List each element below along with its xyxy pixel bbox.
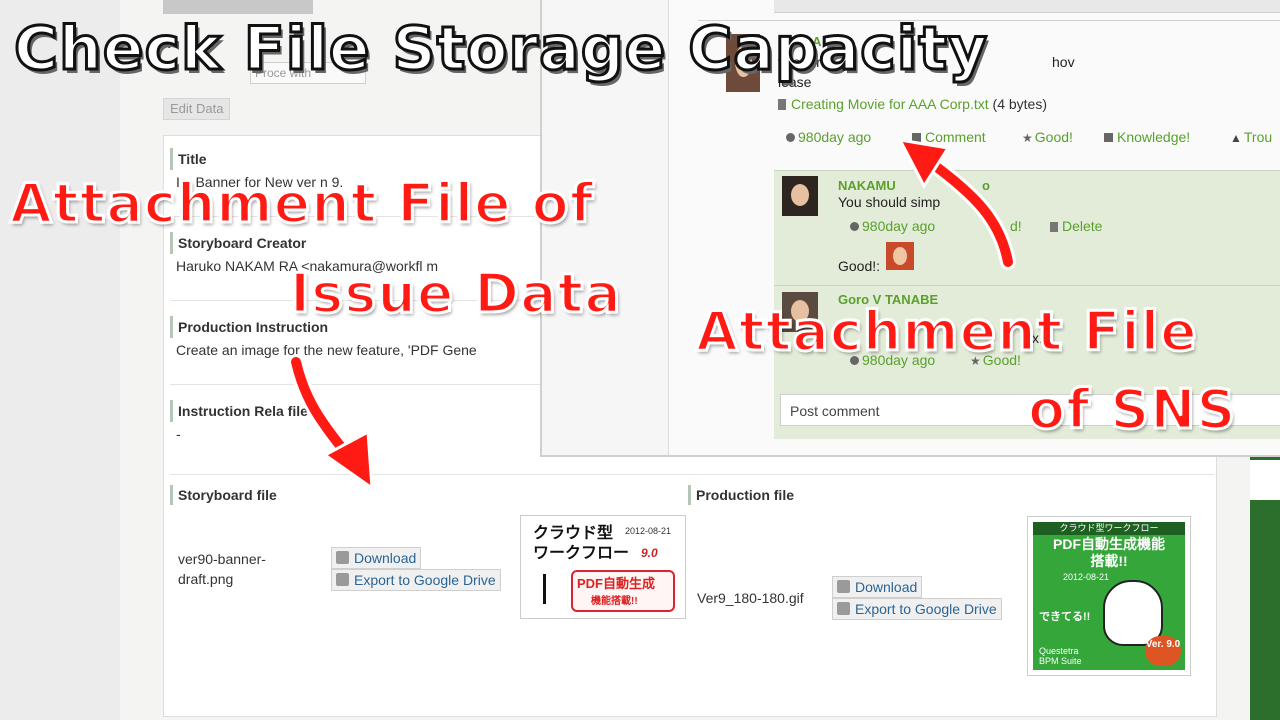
comment-link[interactable]: Comment	[912, 129, 986, 145]
good-link[interactable]: ★ Good!	[1022, 129, 1073, 145]
thumb-brand-line1: Questetra	[1039, 646, 1079, 656]
production-filename: Ver9_180-180.gif	[697, 590, 804, 606]
knowledge-label[interactable]: Knowledge!	[1117, 129, 1190, 145]
post-time[interactable]: 980day ago	[798, 129, 871, 145]
file-icon	[778, 99, 786, 110]
reply1-good-by: Good!:	[838, 258, 881, 274]
divider	[170, 474, 1214, 475]
reply1-time-link[interactable]: 980day ago	[850, 218, 935, 234]
storyboard-filename: ver90-banner-draft.png	[178, 551, 266, 587]
right-edge-strip	[1250, 440, 1280, 720]
thumb-pdf-text: PDF自動生成	[577, 576, 656, 591]
sns-caption-line2: of SNS	[1026, 377, 1237, 443]
download-label: Download	[855, 579, 918, 595]
field-label: Title	[170, 148, 550, 170]
download-icon	[336, 551, 349, 564]
thumb-text-line2: ワークフロー	[533, 545, 630, 562]
export-label: Export to Google Drive	[354, 572, 496, 588]
post-text-fragment: hov	[1052, 54, 1075, 70]
field-instruction-related-file: Instruction Rela file -	[170, 400, 550, 442]
divider	[170, 384, 540, 385]
reply1-avatar[interactable]	[782, 176, 818, 216]
production-export-drive-button[interactable]: Export to Google Drive	[832, 598, 1002, 620]
field-value: Create an image for the new feature, 'PD…	[176, 342, 477, 358]
reply1-delete-link[interactable]: Delete	[1050, 218, 1102, 234]
field-label: Instruction Rela file	[170, 400, 550, 422]
overlay-title: Check File Storage Capacity	[12, 13, 989, 86]
thumb-text-line1: クラウド型	[533, 525, 614, 542]
google-drive-icon	[837, 602, 850, 615]
reply1-text: You should simp	[838, 194, 941, 210]
thumb-date: 2012-08-21	[1063, 572, 1110, 582]
reply1-author-suffix[interactable]: o	[982, 178, 990, 193]
thumb-date: 2012-08-21	[625, 526, 672, 536]
post-attachment[interactable]: Creating Movie for AAA Corp.txt (4 bytes…	[778, 96, 1047, 112]
production-file-label: Production file	[688, 485, 794, 505]
storyboard-file-label: Storyboard file	[170, 485, 277, 505]
sns-top-bar	[774, 0, 1280, 13]
clock-icon	[850, 222, 859, 231]
thumb-title-line2: 搭載!!	[1090, 553, 1128, 569]
knowledge-icon	[1104, 133, 1113, 142]
comment-label[interactable]: Comment	[925, 129, 986, 145]
good-user-avatar[interactable]	[886, 242, 914, 270]
reply1-good-link[interactable]: d!	[1010, 218, 1022, 234]
thumb-header: クラウド型ワークフロー	[1033, 522, 1185, 535]
storyboard-download-button[interactable]: Download	[331, 547, 422, 569]
star-icon: ★	[1022, 131, 1033, 145]
reply1-author[interactable]: NAKAMU	[838, 178, 896, 193]
trouble-link[interactable]: ▲ Trou	[1230, 129, 1272, 145]
field-label: Storyboard Creator	[170, 232, 550, 254]
production-download-button[interactable]: Download	[832, 576, 923, 598]
knowledge-link[interactable]: Knowledge!	[1104, 129, 1190, 145]
thumb-title-line1: PDF自動生成機能	[1053, 536, 1165, 552]
delete-label[interactable]: Delete	[1062, 218, 1102, 234]
attachment-name[interactable]: Creating Movie for AAA Corp.txt	[791, 96, 989, 112]
comment-icon	[912, 133, 921, 142]
issue-caption-line1: Attachment File of	[8, 171, 595, 237]
left-gutter	[0, 0, 121, 720]
divider	[774, 285, 1280, 286]
thumb-done-text: できてる!!	[1039, 611, 1091, 623]
trash-icon	[1050, 222, 1058, 232]
storyboard-export-drive-button[interactable]: Export to Google Drive	[331, 569, 501, 591]
thumb-version: 9.0	[641, 546, 658, 560]
clock-icon	[786, 133, 795, 142]
top-gray-bar	[163, 0, 313, 14]
thumb-version-badge: Ver. 9.0	[1145, 636, 1181, 666]
storyboard-thumbnail[interactable]: クラウド型 ワークフロー 2012-08-21 9.0 PDF自動生成 機能搭載…	[520, 515, 686, 619]
thumb-pdf-subtext: 機能搭載!!	[591, 596, 638, 607]
trouble-label[interactable]: Trou	[1244, 129, 1272, 145]
export-label: Export to Google Drive	[855, 601, 997, 617]
download-label: Download	[354, 550, 417, 566]
reply1-time[interactable]: 980day ago	[862, 218, 935, 234]
field-value: -	[176, 426, 181, 442]
warning-icon: ▲	[1230, 131, 1242, 145]
production-thumbnail[interactable]: クラウド型ワークフロー PDF自動生成機能 搭載!! 2012-08-21 でき…	[1027, 516, 1191, 676]
post-time-link[interactable]: 980day ago	[786, 129, 871, 145]
issue-caption-line2: Issue Data	[289, 261, 623, 327]
sns-caption-line1: Attachment File	[695, 299, 1199, 365]
google-drive-icon	[336, 573, 349, 586]
edit-data-button[interactable]: Edit Data	[163, 98, 231, 120]
thumb-brand-line2: BPM Suite	[1039, 656, 1082, 666]
stick-figure-icon	[543, 574, 560, 604]
good-label[interactable]: Good!	[1035, 129, 1073, 145]
attachment-size: (4 bytes)	[992, 96, 1047, 112]
download-icon	[837, 580, 850, 593]
